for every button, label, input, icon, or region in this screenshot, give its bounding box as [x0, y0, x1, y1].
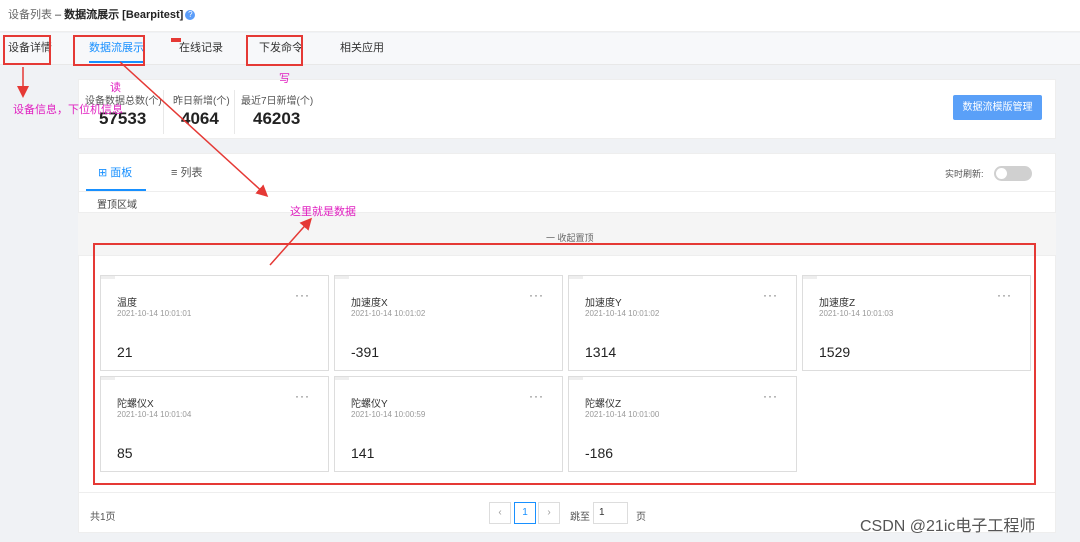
watermark: CSDN @21ic电子工程师 — [860, 518, 1036, 535]
arrow-data-stream — [119, 61, 269, 198]
annotation-arrows — [17, 61, 312, 266]
arrow-data-here — [269, 217, 312, 266]
